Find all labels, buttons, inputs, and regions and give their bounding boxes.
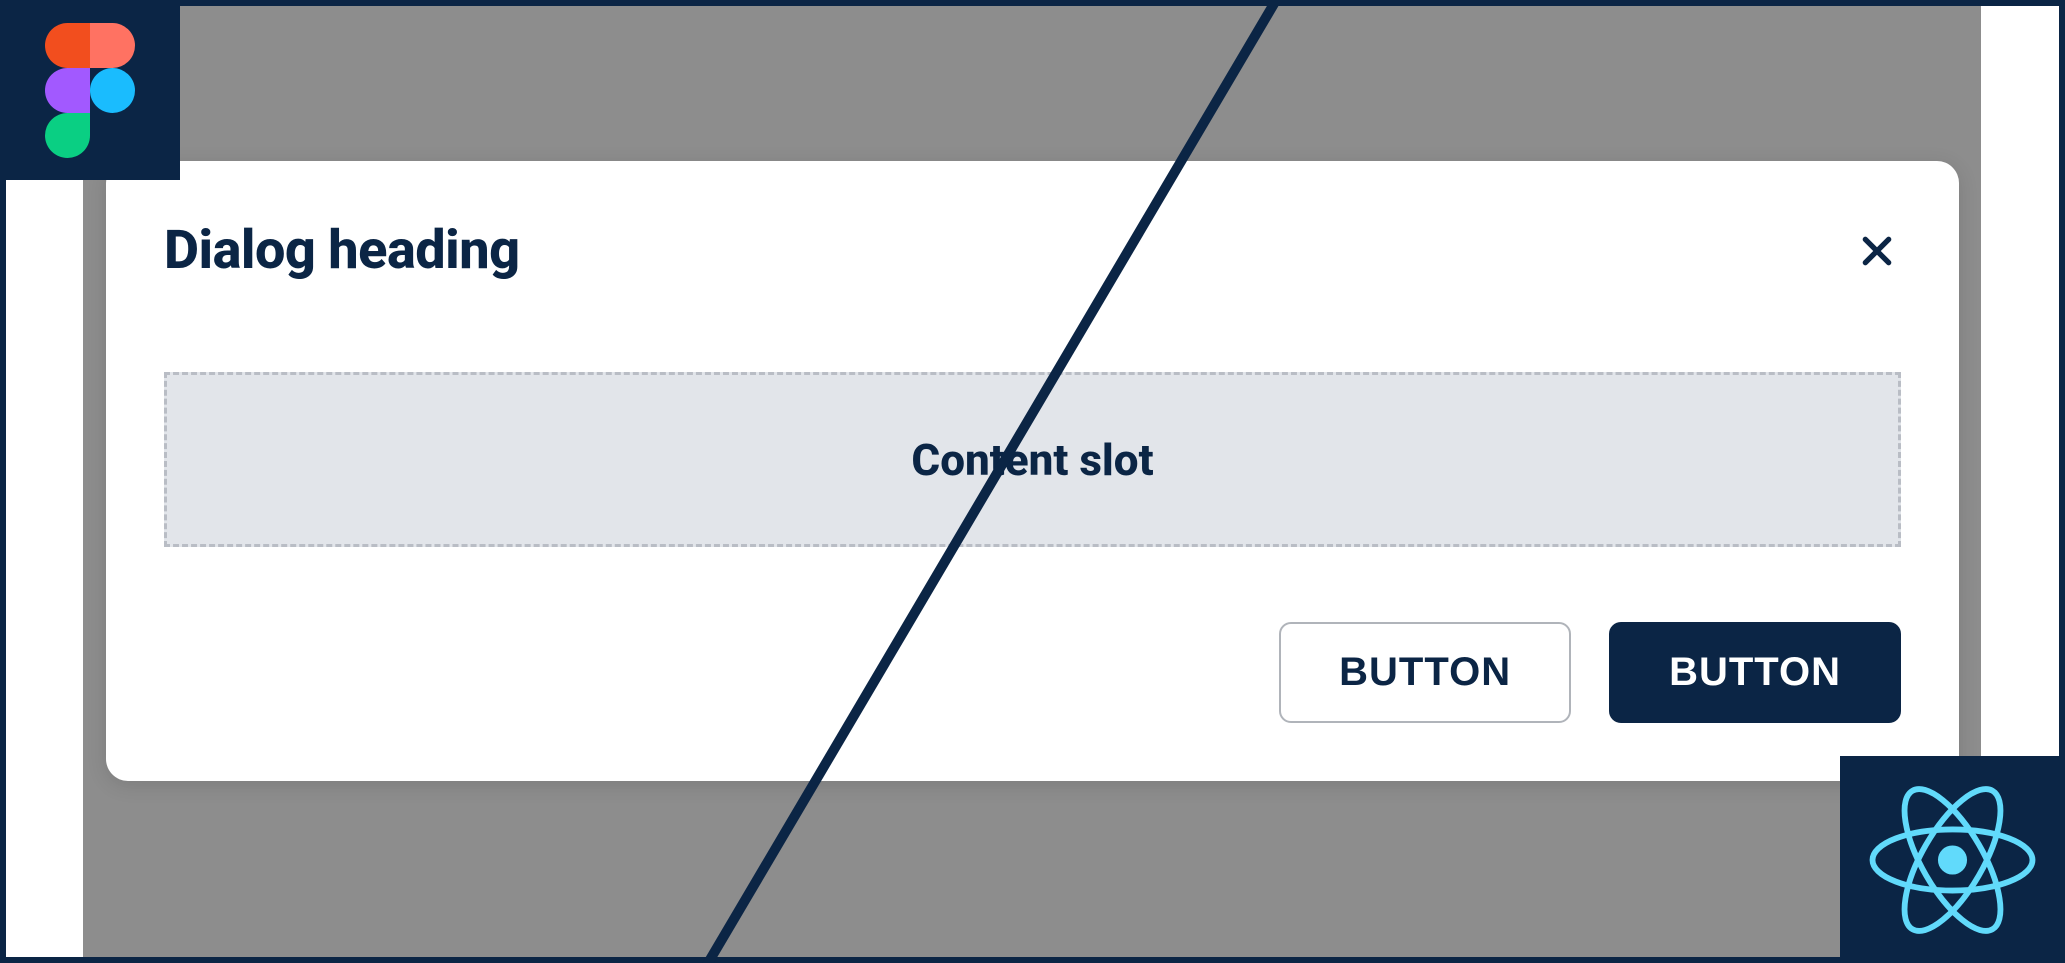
figma-icon	[45, 23, 135, 158]
dialog: Dialog heading Content slot BUTTON BUTTO…	[106, 161, 1959, 781]
close-icon	[1857, 231, 1897, 271]
frame: Dialog heading Content slot BUTTON BUTTO…	[0, 0, 2065, 963]
dialog-footer: BUTTON BUTTON	[164, 622, 1901, 723]
content-slot: Content slot	[164, 372, 1901, 547]
react-icon	[1865, 780, 2040, 940]
figma-badge	[0, 0, 180, 180]
dialog-header: Dialog heading	[164, 219, 1901, 282]
primary-button[interactable]: BUTTON	[1609, 622, 1901, 723]
close-button[interactable]	[1853, 227, 1901, 275]
secondary-button[interactable]: BUTTON	[1279, 622, 1571, 723]
content-slot-label: Content slot	[911, 434, 1153, 486]
dialog-heading: Dialog heading	[164, 219, 520, 282]
react-badge	[1840, 756, 2065, 963]
